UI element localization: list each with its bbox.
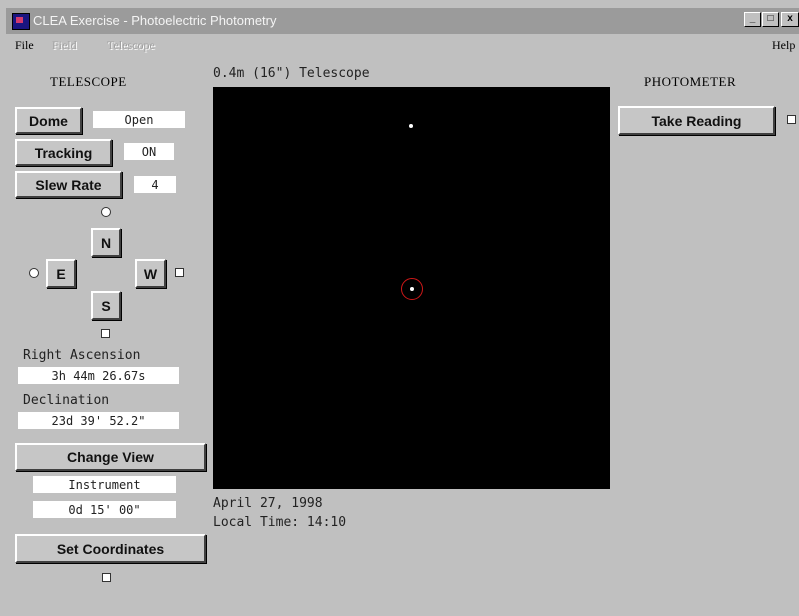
close-button[interactable]: x [781,12,799,27]
north-indicator [101,207,111,217]
photometer-heading: PHOTOMETER [644,74,737,89]
north-button[interactable]: N [91,228,121,257]
menu-file[interactable]: File [15,38,34,53]
field-of-view-field: 0d 15' 00" [33,501,176,518]
telescope-view-title: 0.4m (16") Telescope [213,66,370,81]
view-mode-field: Instrument [33,476,176,493]
slew-rate-field: 4 [134,176,176,193]
take-reading-button[interactable]: Take Reading [618,106,775,135]
change-view-button[interactable]: Change View [15,443,206,471]
star [409,124,413,128]
menu-telescope[interactable]: Telescope [107,38,155,53]
right-ascension-field: 3h 44m 26.67s [18,367,179,384]
telescope-sky-view[interactable] [213,87,610,489]
declination-field: 23d 39' 52.2" [18,412,179,429]
take-reading-indicator [787,115,796,124]
slew-rate-button[interactable]: Slew Rate [15,171,122,198]
right-ascension-label: Right Ascension [23,348,141,363]
minimize-button[interactable]: _ [744,12,761,27]
declination-label: Declination [23,393,110,408]
tracking-status-field: ON [124,143,174,160]
menu-field[interactable]: Field [52,38,77,53]
local-time-label: Local Time: 14:10 [213,515,347,530]
east-indicator [29,268,39,278]
set-coordinates-button[interactable]: Set Coordinates [15,534,206,563]
date-label: April 27, 1998 [213,496,323,511]
south-indicator [101,329,110,338]
window-title: CLEA Exercise - Photoelectric Photometry [33,13,277,28]
menu-help[interactable]: Help [772,38,795,53]
east-button[interactable]: E [46,259,76,288]
telescope-heading: TELESCOPE [50,74,127,89]
south-button[interactable]: S [91,291,121,320]
dome-status-field: Open [93,111,185,128]
tracking-button[interactable]: Tracking [15,139,112,166]
maximize-button[interactable]: □ [762,12,779,27]
dome-button[interactable]: Dome [15,107,82,134]
west-indicator [175,268,184,277]
west-button[interactable]: W [135,259,166,288]
target-star [410,287,414,291]
set-coordinates-indicator [102,573,111,582]
app-icon[interactable] [12,13,30,30]
